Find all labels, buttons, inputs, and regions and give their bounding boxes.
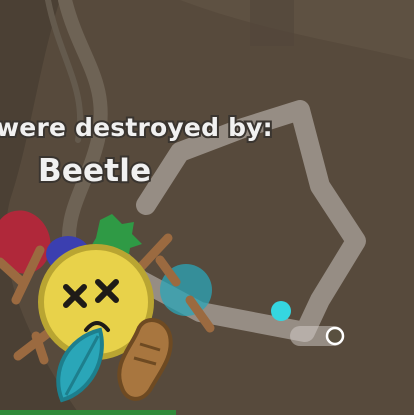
death-screen-scene [0,0,414,415]
ground-background [0,0,414,415]
bottom-ui-strip [0,410,176,415]
path-end-circle-icon [325,326,345,346]
death-message-line: were destroyed by: [0,111,275,144]
cyan-dot-icon [271,301,291,321]
game-view: were destroyed by: Beetle [0,0,414,415]
killer-name: Beetle [36,151,153,191]
ground-block [250,0,294,46]
